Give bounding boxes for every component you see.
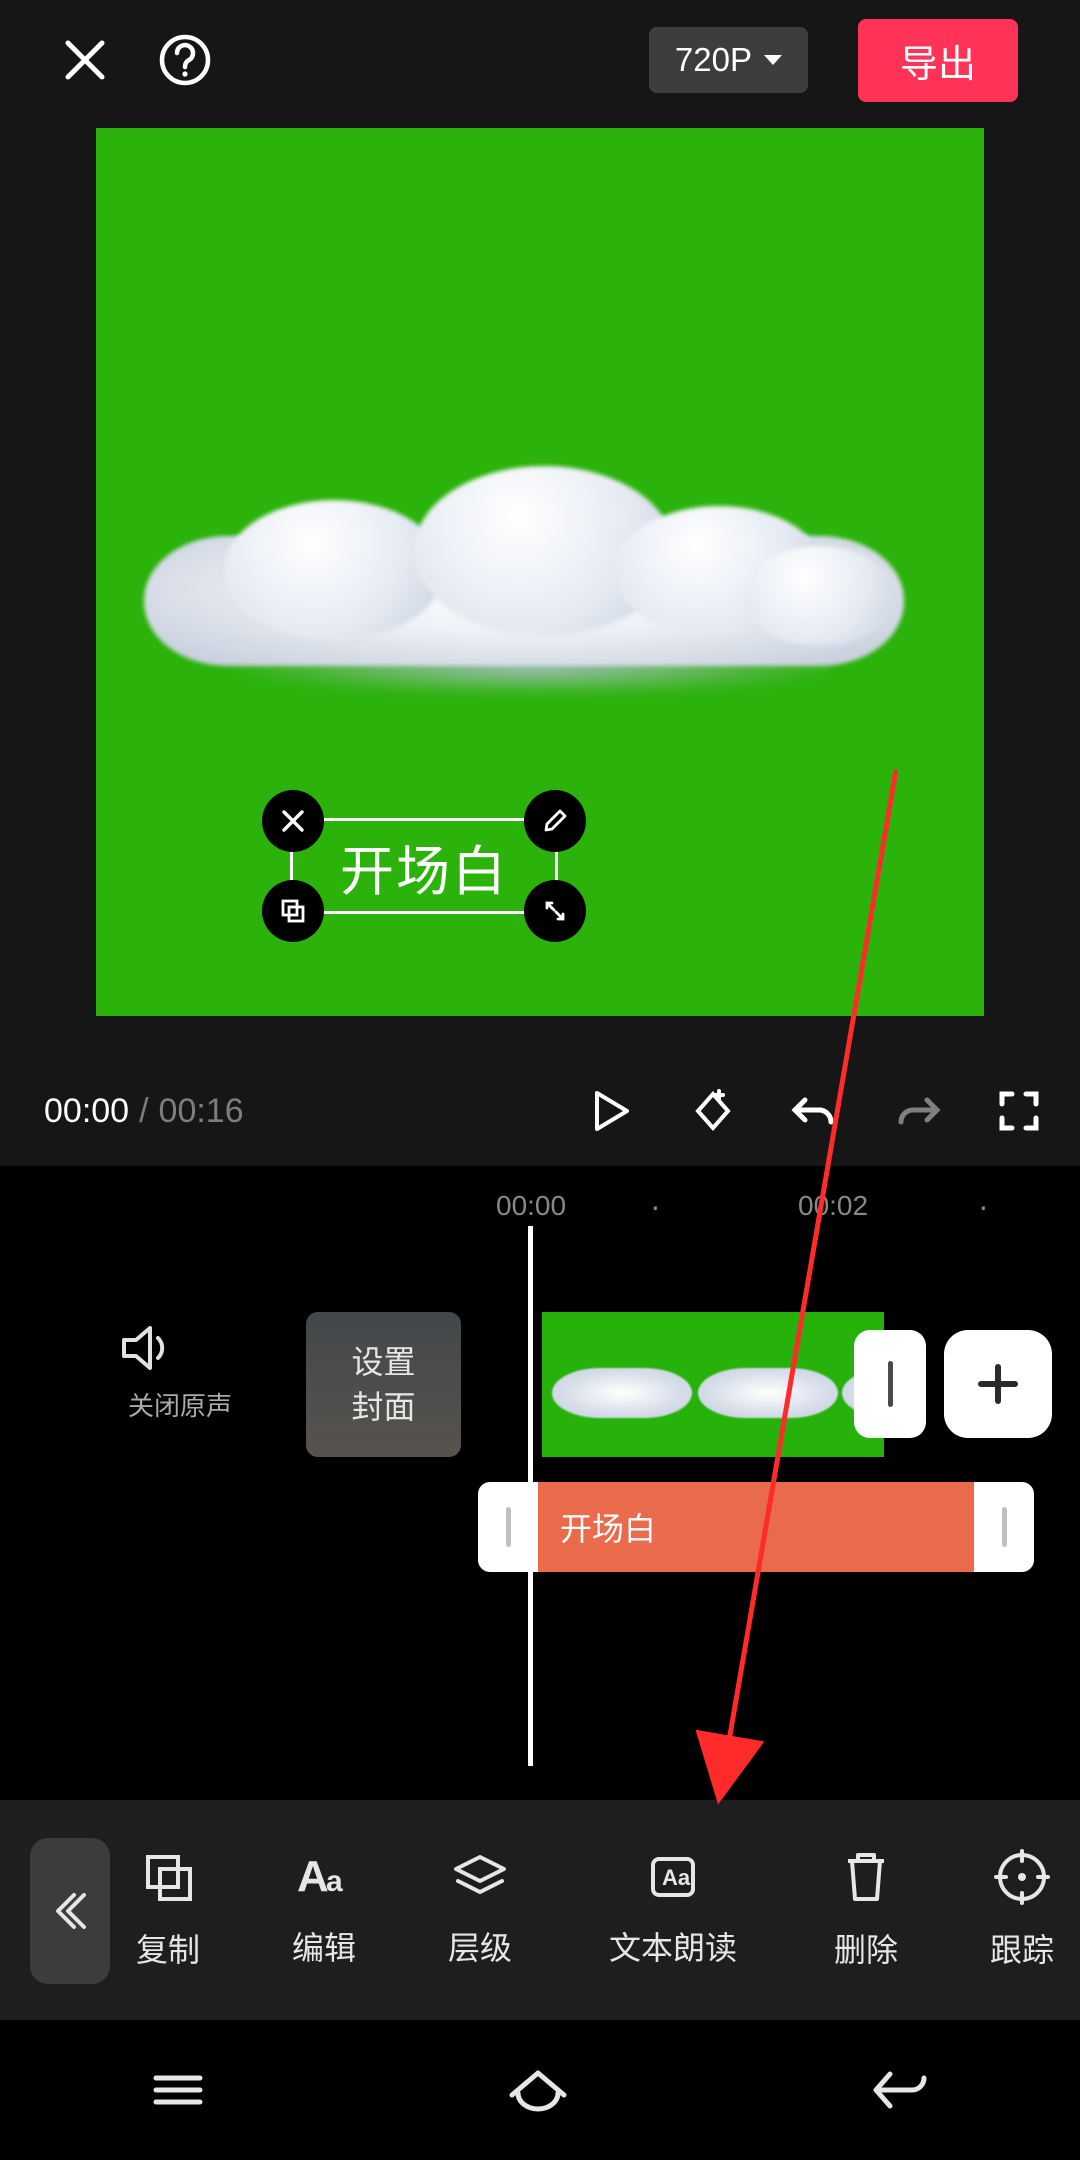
redo-icon (886, 1090, 948, 1132)
svg-text:Aa: Aa (662, 1865, 691, 1890)
nav-recent-icon[interactable] (150, 2070, 206, 2110)
time-separator: / (139, 1092, 148, 1131)
nav-home-icon[interactable] (506, 2065, 570, 2115)
close-icon[interactable] (62, 37, 108, 83)
ruler-tick: 00:00 (496, 1190, 566, 1222)
keyframe-icon[interactable] (682, 1088, 744, 1134)
set-cover-button[interactable]: 设置 封面 (306, 1312, 461, 1457)
ruler-dot: · (978, 1188, 989, 1225)
text-track-clip[interactable]: 开场白 (478, 1482, 1034, 1572)
tool-delete-label: 删除 (834, 1925, 898, 1971)
tool-track[interactable]: 跟踪 (964, 1849, 1080, 1971)
nav-back-icon[interactable] (870, 2068, 930, 2112)
mute-label: 关闭原声 (120, 1386, 240, 1423)
help-icon[interactable] (158, 33, 212, 87)
play-icon[interactable] (580, 1089, 642, 1133)
toolbar-back-button[interactable] (30, 1838, 110, 1984)
tool-edit[interactable]: Aa 编辑 (266, 1851, 382, 1969)
timeline[interactable]: 00:00 · 00:02 · 关闭原声 设置 封面 (0, 1166, 1080, 1800)
tool-copy-label: 复制 (136, 1925, 200, 1971)
chevron-down-icon (764, 55, 782, 65)
playhead[interactable] (528, 1226, 533, 1766)
cloud-graphic (144, 476, 904, 696)
mute-toggle[interactable]: 关闭原声 (120, 1324, 240, 1423)
tool-track-label: 跟踪 (990, 1925, 1054, 1971)
export-button[interactable]: 导出 (858, 19, 1018, 102)
text-clip-label: 开场白 (538, 1482, 974, 1572)
bottom-toolbar: 复制 Aa 编辑 层级 Aa 文本朗读 删除 跟踪 (0, 1800, 1080, 2020)
tool-copy[interactable]: 复制 (110, 1849, 226, 1971)
timeline-clip-1[interactable] (542, 1312, 884, 1457)
preview-pane: 开场白 (0, 120, 1080, 1056)
text-overlay-box[interactable]: 开场白 (290, 818, 558, 914)
overlay-edit-handle[interactable] (524, 790, 586, 852)
tool-delete[interactable]: 删除 (808, 1849, 924, 1971)
overlay-delete-handle[interactable] (262, 790, 324, 852)
text-overlay-label: 开场白 (340, 827, 508, 906)
timeline-ruler: 00:00 · 00:02 · (0, 1182, 1080, 1232)
ruler-tick: 00:02 (798, 1190, 868, 1222)
undo-icon[interactable] (784, 1090, 846, 1132)
tool-layer-label: 层级 (448, 1923, 512, 1969)
split-clip-button[interactable] (854, 1330, 926, 1438)
overlay-scale-handle[interactable] (524, 880, 586, 942)
set-cover-label: 设置 封面 (351, 1340, 415, 1430)
tool-edit-label: 编辑 (292, 1923, 356, 1969)
tool-tts[interactable]: Aa 文本朗读 (578, 1851, 768, 1969)
resolution-label: 720P (675, 41, 752, 79)
tool-layer[interactable]: 层级 (422, 1851, 538, 1969)
playback-bar: 00:00 / 00:16 (0, 1056, 1080, 1166)
svg-text:a: a (326, 1865, 343, 1898)
total-time: 00:16 (159, 1092, 244, 1131)
clip-right-handle[interactable] (974, 1482, 1034, 1572)
overlay-copy-handle[interactable] (262, 880, 324, 942)
resolution-select[interactable]: 720P (649, 27, 808, 93)
top-bar: 720P 导出 (0, 0, 1080, 120)
fullscreen-icon[interactable] (988, 1090, 1050, 1132)
time-display: 00:00 / 00:16 (44, 1092, 244, 1131)
tool-tts-label: 文本朗读 (609, 1923, 737, 1969)
add-clip-button[interactable] (944, 1330, 1052, 1438)
svg-text:A: A (297, 1852, 329, 1901)
ruler-dot: · (650, 1188, 661, 1225)
video-preview[interactable]: 开场白 (96, 128, 984, 1016)
system-nav (0, 2020, 1080, 2160)
current-time: 00:00 (44, 1092, 129, 1131)
